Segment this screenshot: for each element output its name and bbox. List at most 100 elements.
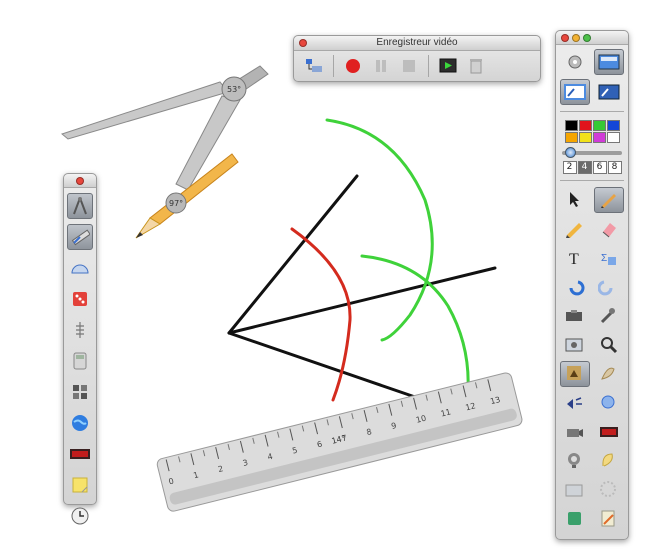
color-swatch[interactable] [592, 132, 606, 143]
recorder-titlebar[interactable]: Enregistreur vidéo [294, 36, 540, 51]
left-palette-titlebar[interactable] [64, 174, 96, 188]
attach-button[interactable] [594, 448, 624, 474]
recorder-title: Enregistreur vidéo [376, 37, 458, 48]
notes-icon [601, 510, 615, 527]
color-swatch[interactable] [606, 132, 620, 143]
fill-icon [601, 395, 615, 409]
screen-icon [598, 54, 620, 70]
text-tool-button[interactable]: T [560, 245, 590, 271]
line-size-selector: 2468 [556, 161, 628, 174]
zoom-icon [601, 337, 618, 354]
svg-text:Σ: Σ [601, 253, 607, 264]
opacity-slider[interactable] [562, 147, 622, 158]
line-size-2[interactable]: 2 [562, 161, 577, 174]
ruler-tool-button[interactable] [67, 224, 93, 250]
toolbox-button[interactable] [560, 303, 590, 329]
camera-button[interactable] [560, 419, 590, 445]
formula-icon: Σ [601, 253, 616, 265]
color-swatches [556, 120, 628, 143]
protractor-button[interactable] [67, 255, 93, 281]
fill-button[interactable] [594, 390, 624, 416]
sticky-note-button[interactable] [67, 472, 93, 498]
svg-text:T: T [569, 251, 579, 268]
screen-mode-button[interactable] [594, 49, 624, 75]
compass-tool-button[interactable] [67, 193, 93, 219]
sticky-note-icon [72, 477, 88, 493]
pen-button[interactable] [594, 187, 624, 213]
eraser-icon [602, 223, 616, 238]
trophy-icon [568, 453, 580, 468]
display-button[interactable] [594, 419, 624, 445]
notes-button[interactable] [594, 506, 624, 532]
settings-button[interactable] [560, 49, 590, 75]
stamp-button[interactable] [560, 361, 590, 387]
image-capture-icon [565, 338, 583, 352]
pen-icon [601, 194, 616, 208]
minimize-button[interactable] [572, 34, 580, 42]
tiles-icon [73, 385, 87, 399]
pointer-button[interactable] [560, 187, 590, 213]
compass-pencil-angle-label: 97° [169, 199, 183, 208]
close-button[interactable] [561, 34, 569, 42]
folder-icon [565, 484, 583, 497]
speaker-button[interactable] [560, 390, 590, 416]
trash-button[interactable] [462, 55, 490, 77]
whiteboard-mode-button[interactable] [560, 79, 590, 105]
play-icon [439, 58, 457, 73]
color-swatch[interactable] [606, 120, 620, 131]
zoom-button[interactable] [594, 332, 624, 358]
calculator-button[interactable] [67, 348, 93, 374]
play-button[interactable] [434, 55, 462, 77]
mask-icon [601, 367, 615, 380]
wrench-icon [600, 308, 615, 324]
close-button[interactable] [76, 177, 84, 185]
formula-button[interactable]: Σ [594, 245, 624, 271]
spinner-button[interactable] [594, 477, 624, 503]
green-arc-large [325, 118, 434, 342]
tiles-button[interactable] [67, 379, 93, 405]
record-button[interactable] [339, 55, 367, 77]
globe-button[interactable] [67, 410, 93, 436]
pencil-button[interactable] [560, 216, 590, 242]
line-size-4[interactable]: 4 [577, 161, 592, 174]
image-capture-button[interactable] [560, 332, 590, 358]
undo-button[interactable] [560, 274, 590, 300]
desktop-mode-button[interactable] [594, 79, 624, 105]
eraser-button[interactable] [594, 216, 624, 242]
video-recorder-window: Enregistreur vidéo [293, 35, 541, 82]
line-size-6[interactable]: 6 [592, 161, 607, 174]
stop-button[interactable] [395, 55, 423, 77]
ruler-instrument[interactable]: 012345678910111213 14° [156, 372, 523, 513]
calculator-icon [73, 352, 87, 370]
color-swatch[interactable] [578, 120, 592, 131]
dice-button[interactable] [67, 286, 93, 312]
wrench-button[interactable] [594, 303, 624, 329]
counter-display-button[interactable] [67, 441, 93, 467]
text-tool-icon: T [569, 251, 579, 268]
ruler-tool-icon [71, 229, 90, 246]
speaker-icon [567, 397, 582, 409]
color-swatch[interactable] [578, 132, 592, 143]
box-icon [568, 512, 581, 525]
right-palette-titlebar[interactable] [556, 31, 628, 45]
folder-button[interactable] [560, 477, 590, 503]
slider-knob[interactable] [565, 147, 576, 158]
redo-button[interactable] [594, 274, 624, 300]
clock-button[interactable] [67, 503, 93, 529]
pause-button[interactable] [367, 55, 395, 77]
green-arc-small [360, 254, 470, 392]
angle-lines [227, 174, 497, 400]
settings-icon [306, 59, 322, 72]
box-button[interactable] [560, 506, 590, 532]
recorder-settings-button[interactable] [300, 55, 328, 77]
trophy-button[interactable] [560, 448, 590, 474]
line-size-8[interactable]: 8 [607, 161, 622, 174]
color-swatch[interactable] [564, 120, 578, 131]
mask-button[interactable] [594, 361, 624, 387]
color-swatch[interactable] [564, 132, 578, 143]
compass-tool-icon [73, 197, 87, 215]
number-line-button[interactable] [67, 317, 93, 343]
protractor-icon [71, 264, 89, 274]
zoom-button[interactable] [583, 34, 591, 42]
color-swatch[interactable] [592, 120, 606, 131]
